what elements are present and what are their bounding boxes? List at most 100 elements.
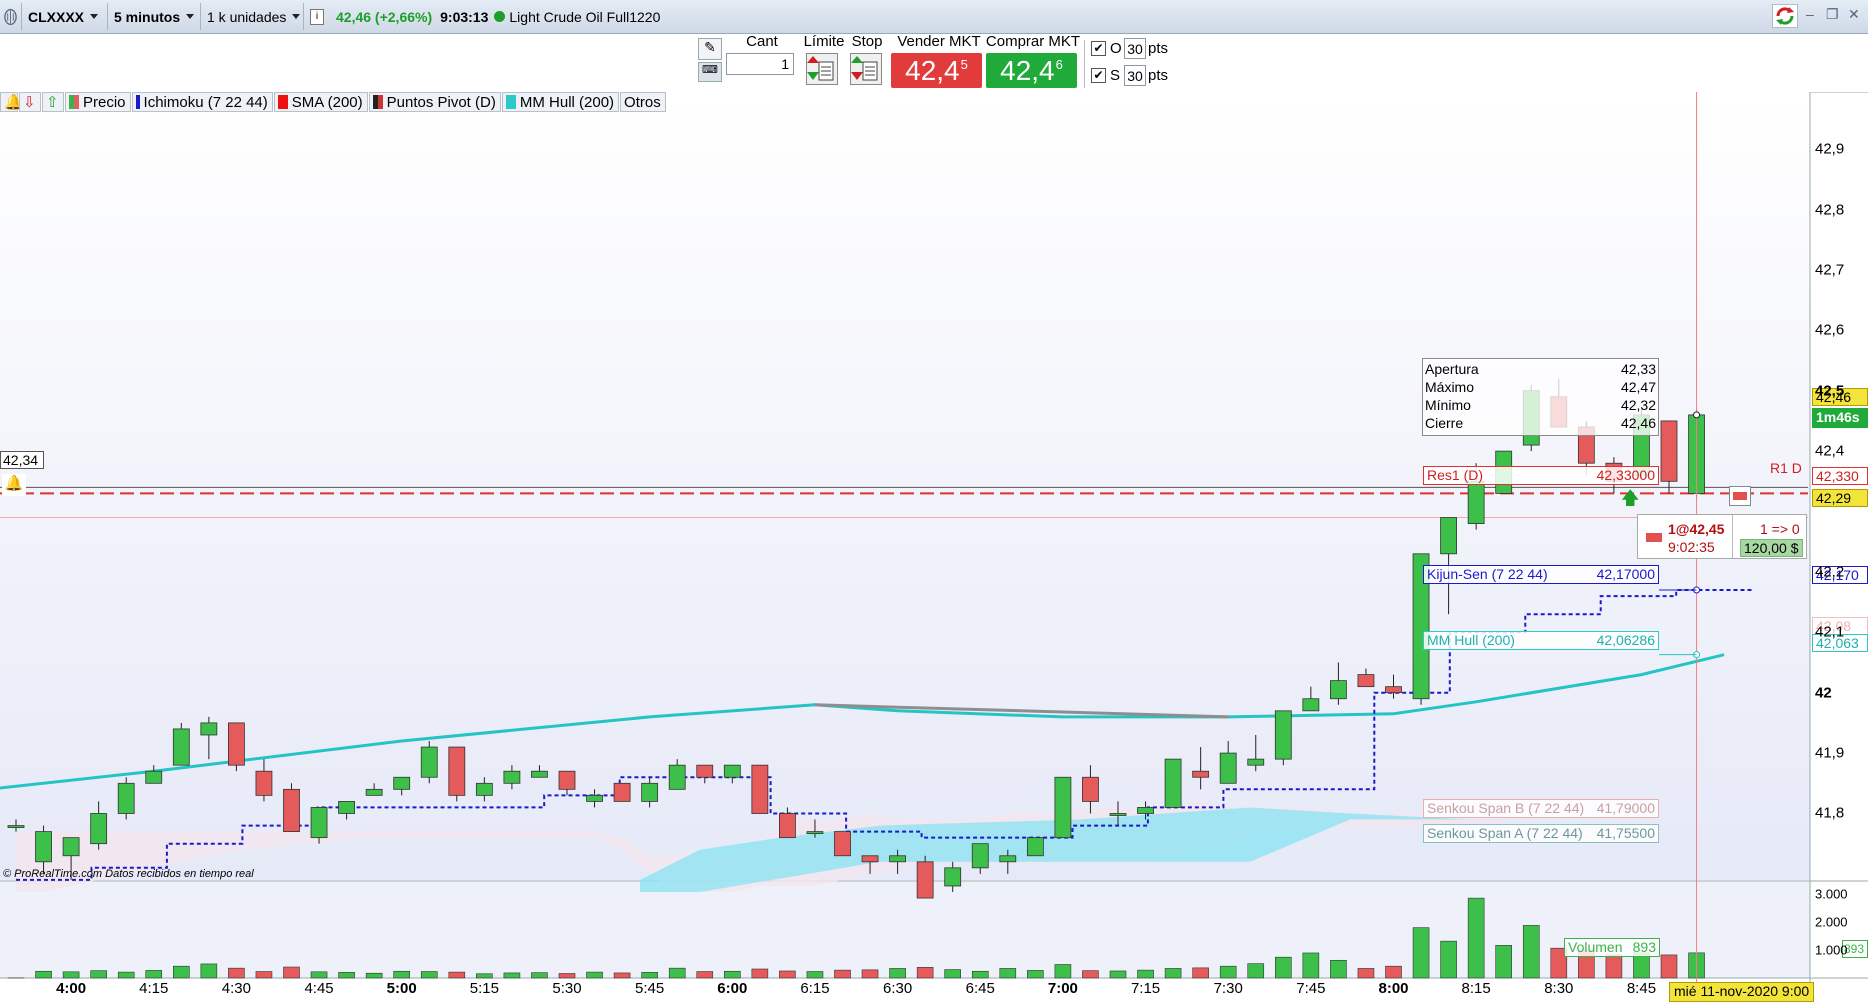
volume-bar — [1606, 955, 1622, 978]
close-icon[interactable]: ✕ — [1848, 6, 1860, 23]
spana-tag[interactable]: Senkou Span A (7 22 44)41,75500 — [1423, 824, 1659, 843]
candle-body — [256, 771, 272, 795]
volume-bar — [228, 968, 244, 978]
candle-body — [366, 789, 382, 795]
alert-bell-icon[interactable]: 🔔 — [2, 474, 26, 496]
candle-body — [1082, 777, 1098, 801]
res1-tag[interactable]: Res1 (D)42,33000 — [1423, 466, 1659, 485]
price-chart[interactable] — [0, 92, 1868, 1000]
volume-bar — [531, 973, 547, 978]
volume-bar — [339, 972, 355, 978]
hull-tag[interactable]: MM Hull (200)42,06286 — [1423, 631, 1659, 650]
o-checkbox[interactable]: ✔ — [1091, 41, 1106, 56]
open-label: Apertura — [1425, 360, 1479, 378]
volume-bar — [752, 969, 768, 978]
settings-wrench-icon[interactable]: ✎ — [698, 38, 722, 60]
candle-body — [862, 856, 878, 862]
candle-body — [228, 723, 244, 765]
restore-icon[interactable]: ❐ — [1826, 6, 1839, 23]
panel-divider — [1732, 515, 1733, 558]
candle-body — [724, 765, 740, 777]
volume-bar — [36, 971, 52, 978]
timeframe-selector[interactable]: 5 minutos — [108, 3, 201, 30]
volume-bar — [587, 972, 603, 978]
chevron-down-icon — [90, 14, 98, 19]
qty-input[interactable]: 1 — [726, 53, 794, 75]
indicator-ichimoku[interactable]: Ichimoku (7 22 44) — [132, 92, 273, 112]
low-value: 42,32 — [1621, 396, 1656, 414]
order-text: 1@42,45 — [1668, 521, 1724, 537]
o-pts-label: pts — [1148, 40, 1168, 57]
candle-body — [173, 729, 189, 765]
symbol-selector[interactable]: CLXXXX — [22, 3, 108, 30]
candle-body — [1248, 759, 1264, 765]
volume-bar — [173, 966, 189, 978]
volume-tag[interactable]: Volumen893 — [1564, 938, 1660, 957]
time-tick-label: 6:45 — [966, 980, 995, 997]
keyboard-icon[interactable]: ⌨ — [698, 62, 722, 82]
candle-body — [697, 765, 713, 777]
volume-bar — [1303, 953, 1319, 978]
order-time: 9:02:35 — [1668, 539, 1715, 555]
candle-body — [1330, 681, 1346, 699]
position-panel[interactable]: 1@42,45 9:02:35 1 => 0 120,00 $ — [1637, 514, 1807, 559]
app-menu-icon[interactable] — [0, 3, 22, 30]
kijun-label: Kijun-Sen (7 22 44) — [1427, 566, 1548, 583]
indicator-otros[interactable]: Otros — [620, 92, 666, 112]
o-points-input[interactable]: 30 — [1124, 38, 1146, 59]
sell-market-button[interactable]: 42,45 — [891, 53, 982, 88]
indicator-hull[interactable]: MM Hull (200) — [502, 92, 619, 112]
candle-body — [614, 783, 630, 801]
time-tick-label: 6:30 — [883, 980, 912, 997]
kijun-tag[interactable]: Kijun-Sen (7 22 44)42,17000 — [1423, 565, 1659, 584]
candle-body — [559, 771, 575, 789]
volume-bar — [1138, 970, 1154, 978]
high-value: 42,47 — [1621, 378, 1656, 396]
indicator-sma[interactable]: SMA (200) — [274, 92, 368, 112]
price-tick-label: 42,6 — [1815, 322, 1844, 339]
stop-order-button[interactable] — [850, 53, 882, 85]
candle-body — [1110, 813, 1126, 815]
arrow-down-icon[interactable]: ⇩ — [19, 92, 41, 112]
symbol-label: CLXXXX — [28, 9, 84, 25]
candle-body — [1193, 771, 1209, 777]
bell-icon[interactable]: 🔔 — [0, 92, 18, 112]
minimize-icon[interactable]: – — [1806, 6, 1814, 22]
units-selector[interactable]: 1 k unidades — [201, 3, 304, 30]
info-icon[interactable]: i — [310, 9, 324, 25]
close-position-icon[interactable] — [1729, 486, 1751, 506]
time-tick-label: 5:15 — [470, 980, 499, 997]
s-points-input[interactable]: 30 — [1124, 65, 1146, 86]
candle-body — [63, 838, 79, 856]
time-tick-label: 4:45 — [304, 980, 333, 997]
price-tick-label: 42 — [1815, 684, 1832, 701]
candle-body — [1138, 807, 1154, 813]
spanb-tag[interactable]: Senkou Span B (7 22 44)41,79000 — [1423, 799, 1659, 818]
refresh-icon[interactable] — [1772, 4, 1798, 28]
volume-bar — [504, 973, 520, 978]
candle-body — [1386, 687, 1402, 693]
candle-body — [807, 832, 823, 834]
candle-body — [1000, 856, 1016, 862]
indicator-precio[interactable]: Precio — [65, 92, 131, 112]
spanb-value: 41,79000 — [1597, 800, 1655, 817]
indicator-pivot[interactable]: Puntos Pivot (D) — [369, 92, 501, 112]
limit-order-button[interactable] — [806, 53, 838, 85]
volume-bar — [890, 968, 906, 978]
candle-body — [1303, 699, 1319, 711]
sell-price-sup: 5 — [961, 57, 968, 72]
spana-value: 41,75500 — [1597, 825, 1655, 842]
stop-label: Stop — [848, 33, 886, 50]
volume-bar — [1110, 971, 1126, 978]
s-checkbox[interactable]: ✔ — [1091, 68, 1106, 83]
buy-market-button[interactable]: 42,46 — [986, 53, 1077, 88]
volume-bar — [1027, 970, 1043, 978]
candle-body — [587, 795, 603, 801]
quote-time: 9:03:13 — [440, 9, 488, 25]
volume-bar — [284, 967, 300, 978]
limit-label: Límite — [802, 33, 846, 50]
arrow-up-icon[interactable]: ⇧ — [42, 92, 64, 112]
volume-bar — [1413, 928, 1429, 978]
volume-bar — [724, 971, 740, 978]
time-tick-label: 4:15 — [139, 980, 168, 997]
